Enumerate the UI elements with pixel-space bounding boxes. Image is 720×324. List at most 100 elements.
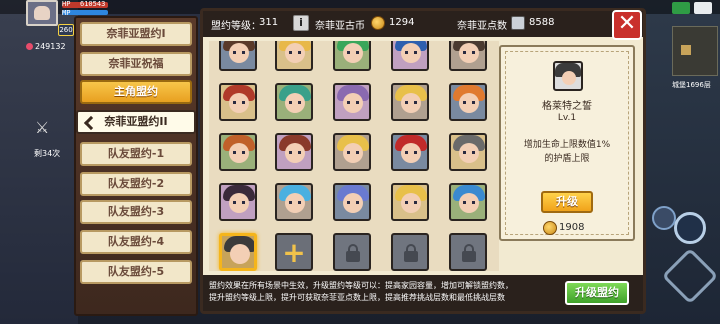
points-label: 奈菲亚点数 — [457, 21, 507, 32]
pact-main-panel: 盟约等级： 311 i 奈菲亚古币 1294 奈菲亚点数 8588 + 格莱特之… — [200, 8, 646, 314]
tab-nephilia-blessing[interactable]: 奈菲亚祝福 — [80, 52, 192, 76]
portrait-eyes — [463, 151, 475, 154]
pact-tabs-column: 奈菲亚盟约I 奈菲亚祝福 主角盟约 奈菲亚盟约II 队友盟约-1 队友盟约-2 … — [74, 16, 198, 316]
player-avatar[interactable] — [26, 0, 58, 26]
pact-level-label: 盟约等级： — [211, 21, 261, 32]
portrait-eyes — [463, 201, 475, 204]
character-portrait[interactable] — [219, 133, 257, 171]
crossed-swords-icon[interactable]: ⚔ — [35, 118, 49, 137]
tab-hero-pact[interactable]: 主角盟约 — [80, 80, 192, 104]
tab-teammate-pact-2[interactable]: 队友盟约-2 — [80, 172, 192, 196]
character-portrait[interactable] — [333, 183, 371, 221]
tab-teammate-pact-4[interactable]: 队友盟约-4 — [80, 230, 192, 254]
gem-icon — [26, 43, 33, 50]
character-portrait[interactable] — [219, 41, 257, 71]
gem-value: 249132 — [35, 42, 66, 51]
portrait-face — [562, 71, 576, 85]
footer-text-line2: 提升盟约等级上限，提升可获取奈菲亚点数上限，提高推荐挑战层数和最低挑战层数 — [209, 293, 505, 302]
character-portrait[interactable] — [219, 83, 257, 121]
footer-info-strip: 盟约效果在所有场景中生效，升级盟约等级可以：提高家园容量，增加可解锁盟约数， 提… — [203, 275, 643, 311]
portrait-eyes — [289, 151, 301, 154]
upgrade-pact-button[interactable]: 升级盟约 — [565, 281, 629, 305]
footer-text-line1: 盟约效果在所有场景中生效，升级盟约等级可以：提高家园容量，增加可解锁盟约数， — [209, 281, 513, 290]
coin-label: 奈菲亚古币 — [315, 21, 365, 32]
info-icon[interactable]: i — [293, 15, 309, 31]
points-box-icon — [511, 16, 525, 30]
character-portrait[interactable] — [333, 41, 371, 71]
character-portrait[interactable] — [449, 83, 487, 121]
remaining-count: 剩34次 — [34, 149, 61, 158]
character-portrait[interactable] — [391, 183, 429, 221]
lock-body — [462, 251, 476, 262]
selected-character-slot[interactable] — [219, 233, 257, 271]
portrait-eyes — [233, 201, 245, 204]
close-button[interactable]: ✕ — [612, 10, 642, 40]
portrait-eyes — [233, 101, 245, 104]
mp-label: MP — [62, 9, 71, 17]
card-name: 格莱特之誓 — [542, 101, 592, 112]
header-strip: 盟约等级： 311 i 奈菲亚古币 1294 奈菲亚点数 8588 — [203, 11, 643, 37]
tab-nephilia-pact-1[interactable]: 奈菲亚盟约I — [80, 22, 192, 46]
tab-teammate-pact-5[interactable]: 队友盟约-5 — [80, 260, 192, 284]
portrait-eyes — [405, 51, 417, 54]
character-grid: + — [209, 41, 499, 271]
portrait-eyes — [405, 201, 417, 204]
portrait-eyes — [463, 51, 475, 54]
lock-body — [346, 251, 360, 262]
portrait-eyes — [347, 51, 359, 54]
skill-ring-icon[interactable] — [674, 212, 706, 244]
tab-teammate-pact-3[interactable]: 队友盟约-3 — [80, 200, 192, 224]
lock-body — [404, 251, 418, 262]
portrait-eyes — [233, 51, 245, 54]
portrait-eyes — [347, 151, 359, 154]
tab-teammate-pact-1[interactable]: 队友盟约-1 — [80, 142, 192, 166]
character-portrait[interactable] — [333, 83, 371, 121]
character-portrait[interactable] — [449, 41, 487, 71]
portrait-eyes — [463, 101, 475, 104]
hp-value: 610543 — [80, 0, 106, 8]
locked-slot[interactable] — [333, 233, 371, 271]
portrait-eyes — [289, 101, 301, 104]
locked-slot[interactable] — [391, 233, 429, 271]
character-portrait[interactable] — [391, 83, 429, 121]
plus-icon: + — [282, 236, 306, 269]
portrait-eyes — [233, 151, 245, 154]
portrait-eyes — [405, 101, 417, 104]
locked-slot[interactable] — [449, 233, 487, 271]
character-portrait[interactable] — [449, 183, 487, 221]
upgrade-cost: 1908 — [559, 222, 585, 233]
character-portrait[interactable] — [275, 41, 313, 71]
character-portrait[interactable] — [275, 183, 313, 221]
character-portrait[interactable] — [391, 133, 429, 171]
level-badge: 260 — [58, 24, 74, 36]
tab-nephilia-pact-2[interactable]: 奈菲亚盟约II — [76, 110, 196, 134]
wifi-icon — [672, 2, 690, 14]
card-desc-1: 增加生命上限数值1% — [523, 140, 611, 150]
points-value: 8588 — [529, 17, 555, 28]
card-portrait — [553, 61, 583, 91]
chat-icon[interactable] — [694, 2, 712, 14]
coin-value: 1294 — [389, 17, 415, 28]
portrait-face — [230, 244, 250, 264]
character-portrait[interactable] — [449, 133, 487, 171]
hp-label: HP — [62, 0, 71, 8]
upgrade-button[interactable]: 升级 — [541, 191, 593, 213]
selected-leaf-icon — [83, 115, 99, 131]
card-level: Lv.1 — [557, 113, 577, 123]
pact-level-value: 311 — [259, 17, 279, 28]
character-portrait[interactable] — [275, 133, 313, 171]
character-portrait[interactable] — [219, 183, 257, 221]
character-portrait[interactable] — [333, 133, 371, 171]
character-portrait[interactable] — [275, 83, 313, 121]
minimap[interactable] — [672, 26, 718, 76]
gear-skill-icon[interactable] — [652, 206, 676, 230]
portrait-eyes — [405, 151, 417, 154]
character-portrait[interactable] — [391, 41, 429, 71]
coin-icon — [371, 16, 385, 30]
portrait-eyes — [289, 51, 301, 54]
cost-coin-icon — [543, 221, 557, 235]
portrait-eyes — [347, 101, 359, 104]
map-floor-label: 城堡1696层 — [672, 81, 711, 89]
map-marker-icon — [681, 45, 691, 55]
add-slot-button[interactable]: + — [275, 233, 313, 271]
